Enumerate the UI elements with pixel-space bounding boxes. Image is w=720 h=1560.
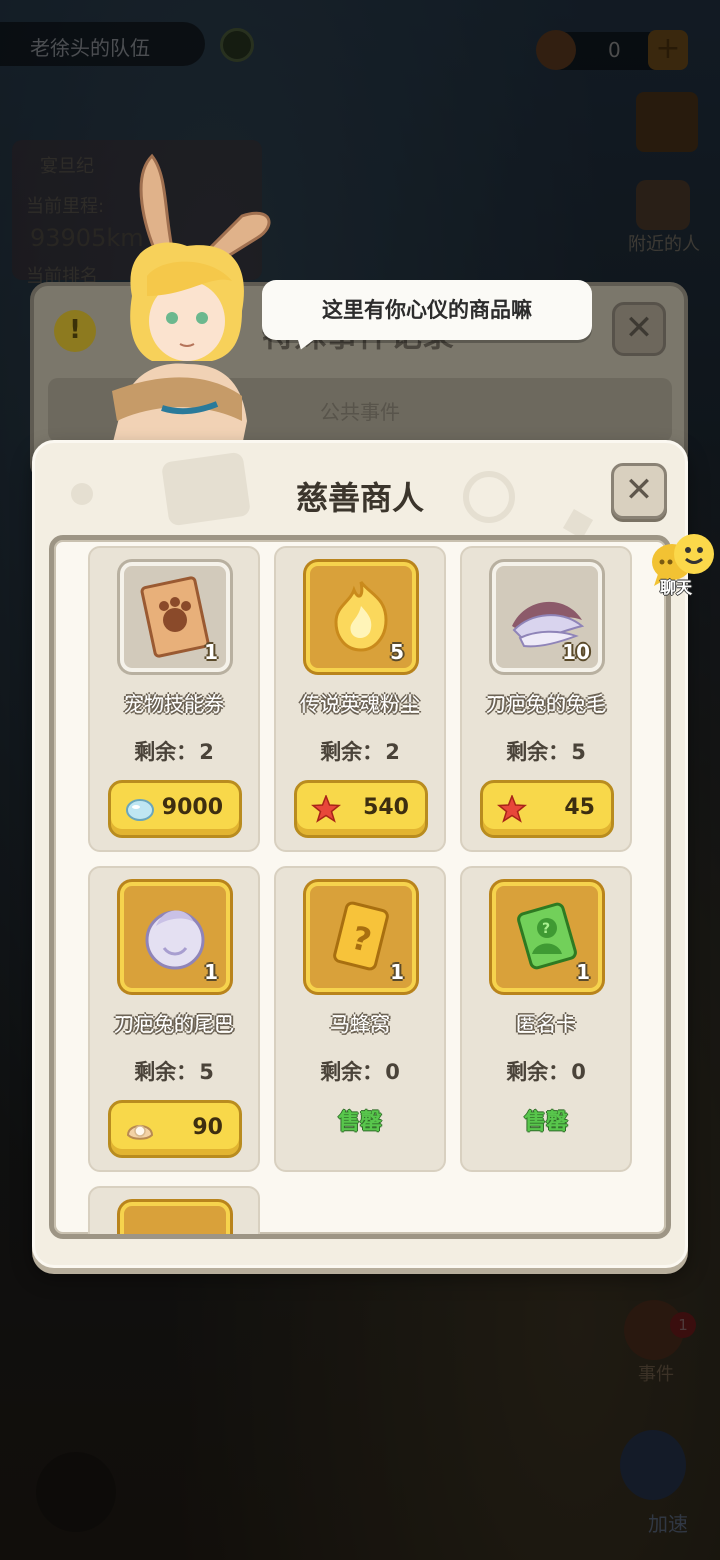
dialog-title: 慈善商人 bbox=[295, 479, 424, 517]
sold-out-label: 售罄 bbox=[337, 1110, 382, 1135]
buy-button[interactable]: 90 bbox=[108, 1100, 242, 1158]
charity-merchant-dialog: 慈善商人 ✕ 1 宠物技能券 剩余：2 9000 5 传说英魂粉尘 剩余：2 5… bbox=[32, 440, 688, 1268]
price-value: 45 bbox=[564, 795, 595, 820]
item-remaining: 剩余：5 bbox=[134, 1060, 214, 1084]
item-name: 刀疤兔的兔毛 bbox=[486, 692, 606, 716]
starfish-icon bbox=[497, 795, 527, 823]
item-quantity: 1 bbox=[204, 640, 218, 664]
shop-item-card[interactable]: 1 宠物技能券 剩余：2 9000 bbox=[88, 546, 260, 852]
special-events-close-button[interactable]: ✕ bbox=[612, 302, 666, 356]
merchant-character bbox=[112, 153, 271, 446]
item-icon-frame bbox=[120, 1202, 230, 1234]
item-name: 马蜂窝 bbox=[330, 1012, 390, 1036]
shop-item-card[interactable]: 5 传说英魂粉尘 剩余：2 540 bbox=[274, 546, 446, 852]
buy-button[interactable]: 540 bbox=[294, 780, 428, 838]
item-remaining: 剩余：2 bbox=[134, 740, 214, 764]
shop-item-card[interactable]: 10 刀疤兔的兔毛 剩余：5 45 bbox=[460, 546, 632, 852]
item-grid: 1 宠物技能券 剩余：2 9000 5 传说英魂粉尘 剩余：2 540 10 刀… bbox=[88, 546, 634, 1234]
item-quantity: 1 bbox=[390, 960, 404, 984]
item-quantity: 1 bbox=[204, 960, 218, 984]
item-icon-frame: 10 bbox=[492, 562, 602, 672]
item-quantity: 10 bbox=[562, 640, 590, 664]
item-remaining: 剩余：5 bbox=[506, 740, 586, 764]
buy-button[interactable]: 9000 bbox=[108, 780, 242, 838]
item-remaining: 剩余：0 bbox=[506, 1060, 586, 1084]
chat-label[interactable]: 聊天 bbox=[660, 574, 692, 598]
dialog-close-button[interactable]: ✕ bbox=[611, 463, 667, 519]
shell-icon bbox=[126, 1125, 154, 1140]
item-quantity: 1 bbox=[576, 960, 590, 984]
shop-item-card[interactable]: ? 1 马蜂窝 剩余：0 售罄 bbox=[274, 866, 446, 1172]
sold-out-label: 售罄 bbox=[523, 1110, 568, 1135]
item-list[interactable]: 1 宠物技能券 剩余：2 9000 5 传说英魂粉尘 剩余：2 540 10 刀… bbox=[49, 535, 671, 1239]
item-name: 宠物技能券 bbox=[124, 692, 224, 716]
buy-button[interactable]: 45 bbox=[480, 780, 614, 838]
warning-icon[interactable]: ! bbox=[54, 310, 96, 352]
pearl-icon bbox=[126, 799, 154, 821]
price-value: 9000 bbox=[161, 795, 223, 820]
item-name: 匿名卡 bbox=[516, 1012, 576, 1036]
item-icon-frame: ? 1 bbox=[492, 882, 602, 992]
item-quantity: 5 bbox=[390, 640, 404, 664]
item-icon-frame: 1 bbox=[120, 562, 230, 672]
item-icon-frame: 5 bbox=[306, 562, 416, 672]
svg-text:?: ? bbox=[542, 921, 550, 937]
shop-item-card[interactable] bbox=[88, 1186, 260, 1234]
tab-public-events[interactable]: 公共事件 bbox=[320, 396, 400, 425]
item-icon-frame: ? 1 bbox=[306, 882, 416, 992]
item-remaining: 剩余：0 bbox=[320, 1060, 400, 1084]
item-name: 传说英魂粉尘 bbox=[300, 692, 420, 716]
item-icon-frame: 1 bbox=[120, 882, 230, 992]
item-remaining: 剩余：2 bbox=[320, 740, 400, 764]
starfish-icon bbox=[311, 795, 341, 823]
price-value: 540 bbox=[363, 795, 409, 820]
price-value: 90 bbox=[192, 1115, 223, 1140]
item-name: 刀疤兔的尾巴 bbox=[114, 1012, 234, 1036]
shop-item-card[interactable]: 1 刀疤兔的尾巴 剩余：5 90 bbox=[88, 866, 260, 1172]
shop-item-card[interactable]: ? 1 匿名卡 剩余：0 售罄 bbox=[460, 866, 632, 1172]
